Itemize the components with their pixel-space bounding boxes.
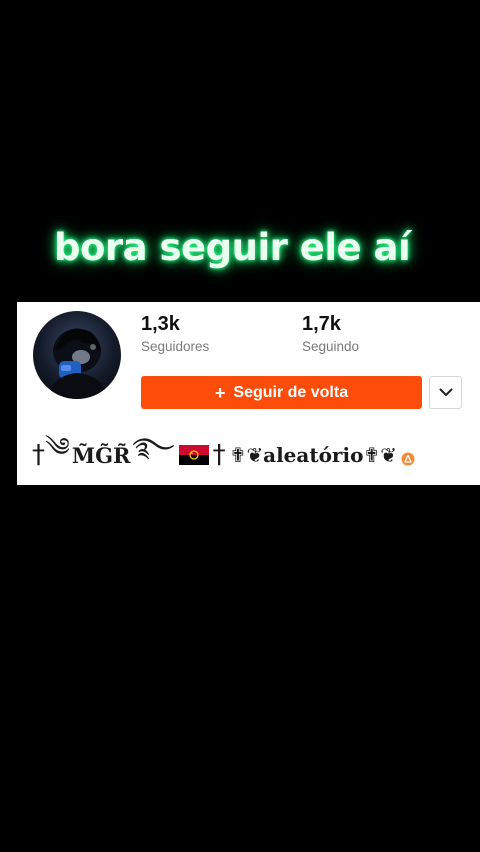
following-label: Seguindo (302, 339, 360, 354)
follow-back-label: Seguir de volta (233, 383, 349, 401)
angola-flag-icon (178, 445, 209, 465)
follow-back-button[interactable]: + Seguir de volta (141, 376, 422, 409)
swirl-ornament-icon: ࿐ (132, 432, 175, 463)
profile-card: 1,3k Seguidores 1,7k Seguindo + Seguir d… (17, 302, 480, 485)
dagger-ornament-icon: † (32, 440, 45, 470)
cross-heart-icon: ✟❦ (229, 443, 264, 467)
followers-stat[interactable]: 1,3k Seguidores (141, 312, 209, 354)
avatar-illustration (47, 328, 109, 399)
more-options-dropdown[interactable] (429, 376, 462, 409)
following-count: 1,7k (302, 313, 341, 335)
profile-avatar[interactable] (33, 311, 121, 399)
cross-heart-icon: ✟❦ (363, 443, 397, 467)
bio-name: M̃G̃R̃ (71, 442, 131, 468)
followers-label: Seguidores (141, 339, 210, 354)
profile-bio: † ༄ M̃G̃R̃ ࿐ † ✟❦ aleatório ✟❦ (32, 433, 415, 475)
chevron-down-icon (439, 388, 452, 396)
swirl-ornament-icon: ༄ (45, 432, 70, 463)
plus-icon: + (214, 382, 226, 403)
dagger-ornament-icon: † (212, 440, 226, 470)
followers-count: 1,3k (141, 313, 180, 335)
following-stat[interactable]: 1,7k Seguindo (302, 312, 359, 354)
overlay-caption: bora seguir ele aí (54, 226, 411, 269)
creator-badge-icon (401, 452, 415, 466)
bio-word: aleatório (263, 443, 364, 467)
